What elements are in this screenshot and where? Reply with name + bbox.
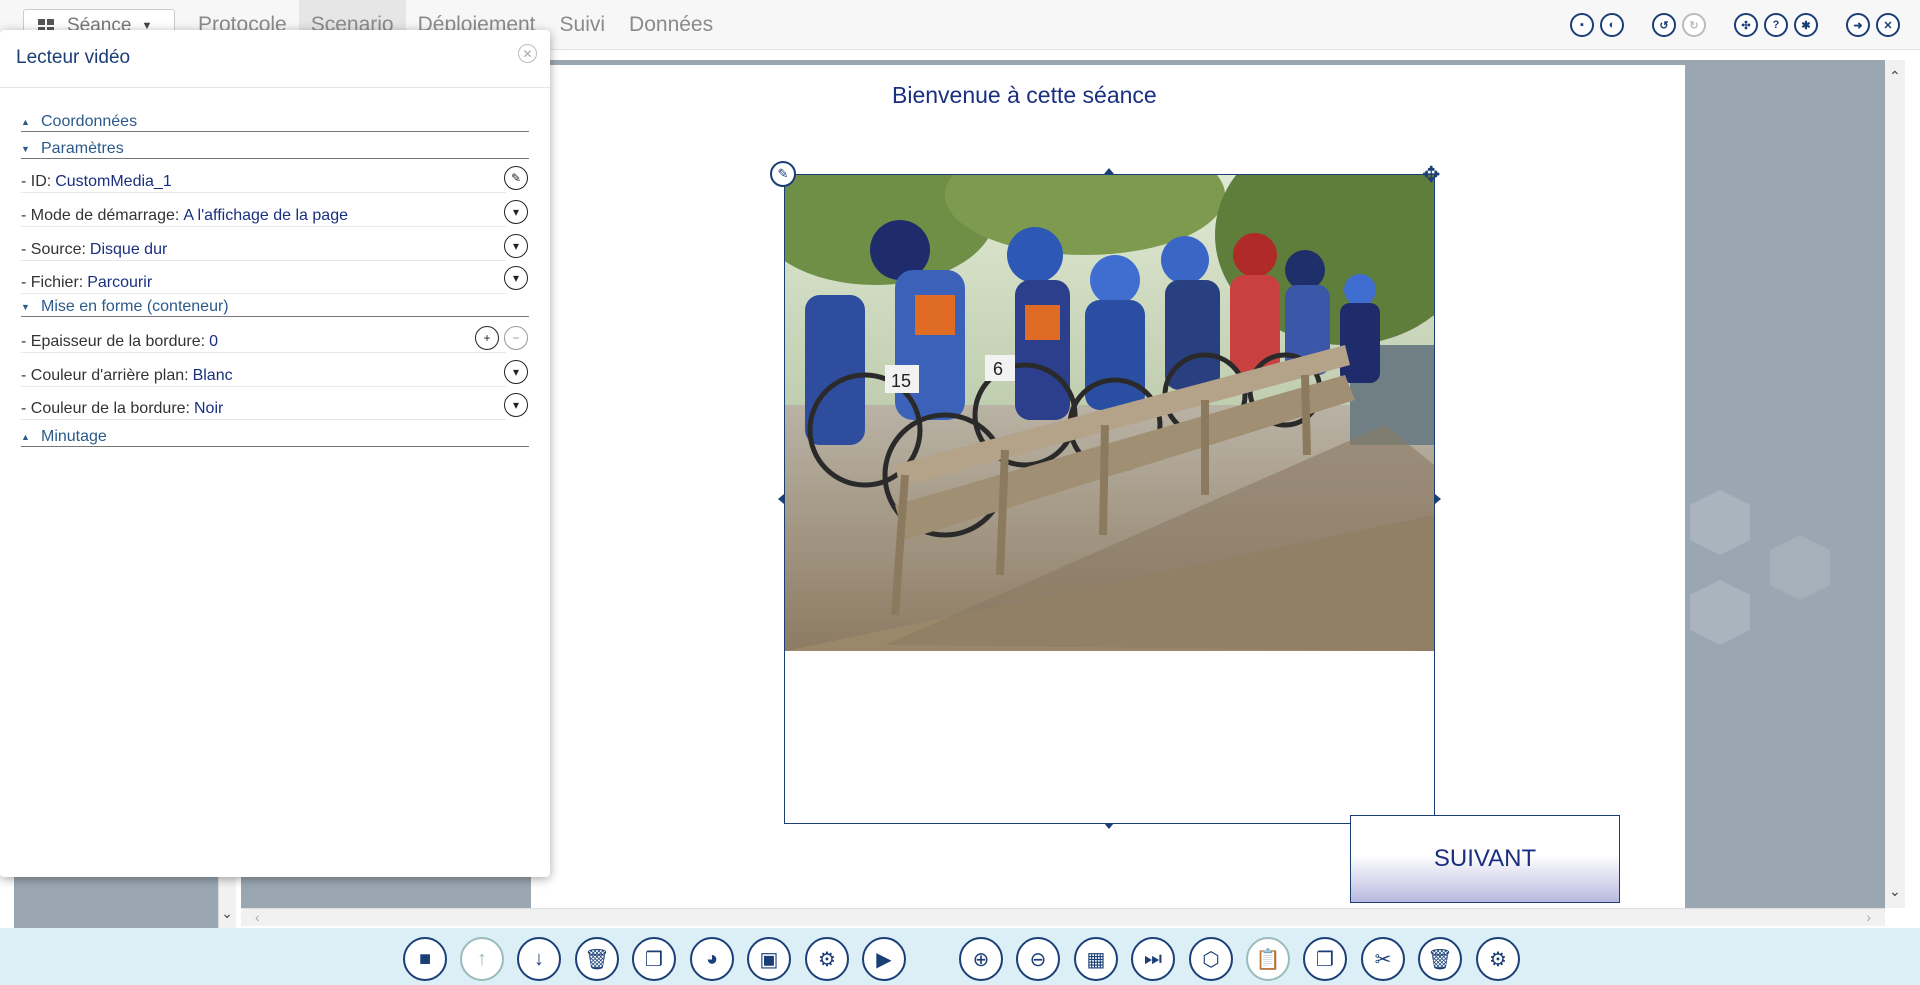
copy-icon[interactable]: ❐: [632, 937, 676, 981]
unlock-icon[interactable]: ◐: [1600, 13, 1624, 37]
skip-end-icon[interactable]: ⏭: [1131, 937, 1175, 981]
zoom-out-icon[interactable]: ⊖: [1016, 937, 1060, 981]
close-window-icon[interactable]: ✕: [1876, 13, 1900, 37]
triangle-down-icon: ▼: [21, 143, 30, 154]
move-icon[interactable]: ✥: [1422, 162, 1440, 188]
triangle-down-icon: ▼: [21, 301, 30, 312]
triangle-up-icon: ▲: [21, 116, 30, 127]
section-parametres[interactable]: ▼ Paramètres: [21, 139, 529, 159]
toolbar-icons: ▪ ◐ ↺ ↻ ✣ ? ✱ ➜ ✕: [1564, 13, 1900, 37]
svg-text:15: 15: [891, 371, 911, 391]
couleur-bordure-label: - Couleur de la bordure:: [21, 399, 190, 417]
zoom-in-icon[interactable]: ⊕: [959, 937, 1003, 981]
next-button[interactable]: SUIVANT: [1350, 815, 1620, 903]
dropdown-couleur-fond-icon[interactable]: ▾: [504, 360, 528, 384]
cubes-icon[interactable]: ⬡: [1189, 937, 1233, 981]
dropdown-couleur-bordure-icon[interactable]: ▾: [504, 393, 528, 417]
fichier-label: - Fichier:: [21, 273, 84, 291]
welcome-text[interactable]: Bienvenue à cette séance: [892, 82, 1157, 109]
source-value: Disque dur: [89, 240, 168, 258]
couleur-fond-value: Blanc: [192, 366, 233, 384]
arrow-down-icon[interactable]: ↓: [517, 937, 561, 981]
arrow-up-icon[interactable]: ↑: [460, 937, 504, 981]
dropdown-source-icon[interactable]: ▾: [504, 234, 528, 258]
scroll-right-icon[interactable]: ›: [1866, 909, 1871, 925]
scroll-down-icon[interactable]: ⌄: [1889, 883, 1901, 900]
mode-value: A l'affichage de la page: [183, 206, 348, 224]
help-icon[interactable]: ?: [1764, 13, 1788, 37]
scissors-icon[interactable]: ✂: [1361, 937, 1405, 981]
stop-icon[interactable]: ■: [403, 937, 447, 981]
video-frame-image: 15 6: [785, 175, 1434, 651]
section-minutage[interactable]: ▲ Minutage: [21, 427, 529, 447]
save-icon[interactable]: ▪: [1570, 13, 1594, 37]
minus-icon[interactable]: −: [504, 326, 528, 350]
fichier-value[interactable]: Parcourir: [87, 274, 152, 292]
edit-icon[interactable]: ✎: [770, 161, 796, 187]
row-fichier: - Fichier: Parcourir: [21, 272, 506, 294]
panel-divider: [0, 87, 550, 88]
resize-handle-right[interactable]: [1435, 494, 1441, 504]
settings-icon[interactable]: ⚙: [805, 937, 849, 981]
couleur-bordure-value: Noir: [193, 399, 224, 417]
menu-suivi[interactable]: Suivi: [548, 0, 618, 50]
video-player[interactable]: 15 6: [784, 174, 1435, 824]
pencil-icon[interactable]: ✎: [504, 166, 528, 190]
paste-icon[interactable]: 📋: [1246, 937, 1290, 981]
id-value: CustomMedia_1: [55, 172, 172, 190]
dropdown-fichier-icon[interactable]: ▾: [504, 266, 528, 290]
row-epaisseur-bordure: - Epaisseur de la bordure: 0: [21, 331, 506, 353]
share-icon[interactable]: ✣: [1734, 13, 1758, 37]
advanced-settings-icon[interactable]: ⚙: [1476, 937, 1520, 981]
resize-handle-left[interactable]: [778, 494, 784, 504]
row-couleur-bordure: - Couleur de la bordure: Noir: [21, 398, 506, 420]
section-mise-en-forme-label: Mise en forme (conteneur): [41, 297, 229, 315]
scroll-left-icon[interactable]: ‹: [255, 909, 260, 925]
section-coordonnees-label: Coordonnées: [41, 112, 138, 130]
dropdown-mode-icon[interactable]: ▾: [504, 200, 528, 224]
epaisseur-value: 0: [209, 332, 219, 350]
epaisseur-label: - Epaisseur de la bordure:: [21, 332, 206, 350]
chevron-down-icon[interactable]: ⌄: [221, 905, 233, 922]
svg-text:6: 6: [993, 359, 1003, 379]
plus-icon[interactable]: +: [475, 326, 499, 350]
palette-icon[interactable]: ◕: [690, 937, 734, 981]
row-source: - Source: Disque dur: [21, 239, 506, 261]
close-icon[interactable]: ✕: [518, 44, 537, 63]
duplicate-icon[interactable]: ❐: [1303, 937, 1347, 981]
redo-icon[interactable]: ↻: [1682, 13, 1706, 37]
id-label: - ID:: [21, 172, 52, 190]
bug-icon[interactable]: ✱: [1794, 13, 1818, 37]
row-mode-demarrage: - Mode de démarrage: A l'affichage de la…: [21, 205, 506, 227]
triangle-up-icon: ▲: [21, 431, 30, 442]
mode-label: - Mode de démarrage:: [21, 206, 180, 224]
menu-donnees[interactable]: Données: [617, 0, 725, 50]
section-coordonnees[interactable]: ▲ Coordonnées: [21, 112, 529, 132]
couleur-fond-label: - Couleur d'arrière plan:: [21, 366, 189, 384]
resize-handle-bottom[interactable]: [1104, 823, 1114, 829]
delete-icon[interactable]: 🗑: [1418, 937, 1462, 981]
undo-icon[interactable]: ↺: [1652, 13, 1676, 37]
scroll-up-icon[interactable]: ⌃: [1889, 68, 1901, 85]
vertical-scrollbar[interactable]: ⌃ ⌄: [1885, 60, 1905, 908]
trash-icon[interactable]: 🗑: [575, 937, 619, 981]
source-label: - Source:: [21, 240, 86, 258]
export-icon[interactable]: ➜: [1846, 13, 1870, 37]
section-mise-en-forme[interactable]: ▼ Mise en forme (conteneur): [21, 297, 529, 317]
horizontal-scrollbar[interactable]: ‹ ›: [241, 908, 1885, 926]
video-player-properties-panel: Lecteur vidéo ✕ ▲ Coordonnées ▼ Paramètr…: [0, 30, 550, 877]
row-couleur-fond: - Couleur d'arrière plan: Blanc: [21, 365, 506, 387]
resize-handle-top[interactable]: [1104, 168, 1114, 174]
hexagon-decoration: [1690, 490, 1830, 645]
play-icon[interactable]: ▶: [862, 937, 906, 981]
panel-title: Lecteur vidéo: [16, 47, 131, 68]
row-id: - ID: CustomMedia_1: [21, 171, 506, 193]
section-parametres-label: Paramètres: [41, 139, 124, 157]
section-minutage-label: Minutage: [41, 427, 107, 445]
image-icon[interactable]: ▣: [747, 937, 791, 981]
grid-icon[interactable]: ▦: [1074, 937, 1118, 981]
